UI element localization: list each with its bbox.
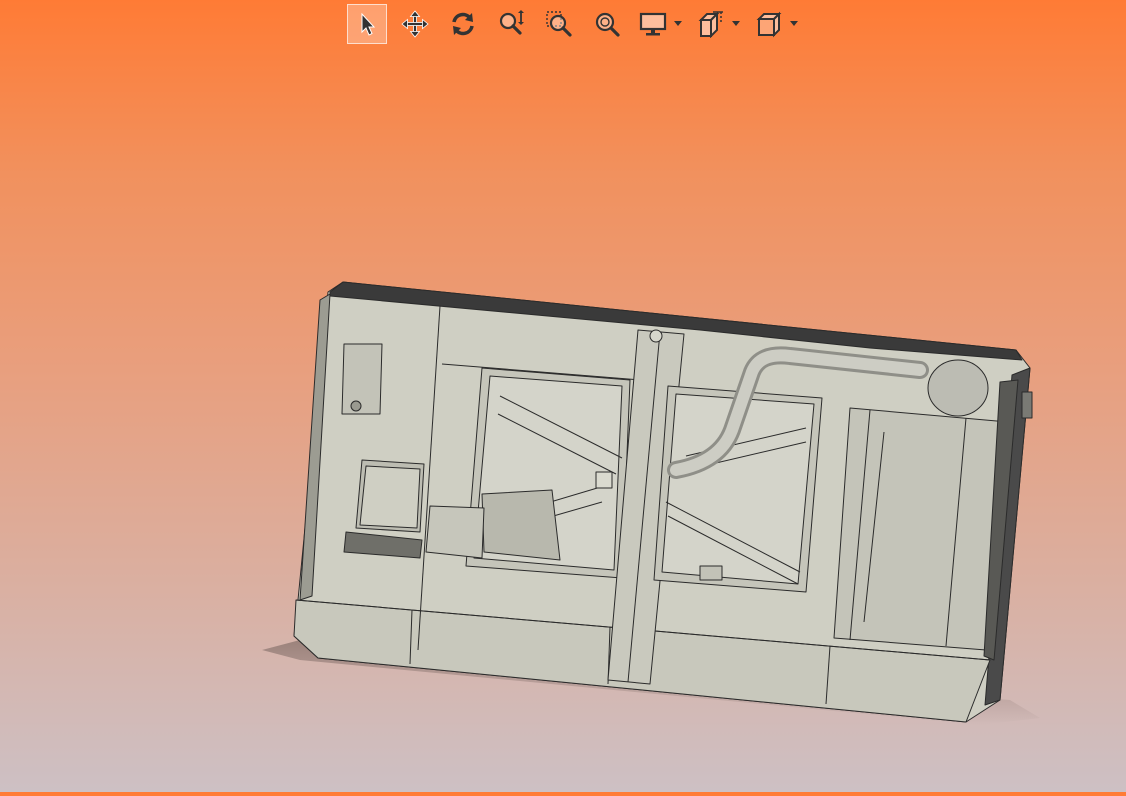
zoom-window-button[interactable] <box>539 4 579 44</box>
zoom-window-icon <box>546 11 572 37</box>
control-panel <box>341 343 383 415</box>
standard-views-group <box>751 4 801 44</box>
display-mode-dropdown[interactable] <box>671 4 685 44</box>
silencer <box>927 359 989 417</box>
section-dropdown[interactable] <box>729 4 743 44</box>
zoom-fit-button[interactable] <box>587 4 627 44</box>
section-view-icon <box>698 11 723 38</box>
zoom-tool-button[interactable] <box>491 4 531 44</box>
rotate-icon <box>452 12 474 36</box>
pan-tool-button[interactable] <box>395 4 435 44</box>
rotate-tool-button[interactable] <box>443 4 483 44</box>
view-cube-icon <box>756 11 782 38</box>
caret-down-icon <box>790 21 798 26</box>
section-group <box>693 4 743 44</box>
muffler-end <box>425 505 485 559</box>
pan-move-icon <box>401 10 429 38</box>
select-tool-button[interactable] <box>347 4 387 44</box>
caret-down-icon <box>732 21 740 26</box>
standard-views-button[interactable] <box>751 4 787 44</box>
panel-inner <box>359 465 421 529</box>
monitor-icon <box>639 12 667 36</box>
3d-viewport[interactable] <box>0 0 1126 792</box>
zoom-in-out-icon <box>499 10 524 35</box>
display-mode-group <box>635 4 685 44</box>
section-view-button[interactable] <box>693 4 729 44</box>
standard-views-dropdown[interactable] <box>787 4 801 44</box>
muffler <box>481 489 561 561</box>
caret-down-icon <box>674 21 682 26</box>
generator-enclosure-model[interactable] <box>0 0 1126 792</box>
view-toolbar <box>347 4 809 44</box>
select-arrow-icon <box>361 12 376 36</box>
zoom-fit-icon <box>595 12 620 37</box>
display-mode-button[interactable] <box>635 4 671 44</box>
